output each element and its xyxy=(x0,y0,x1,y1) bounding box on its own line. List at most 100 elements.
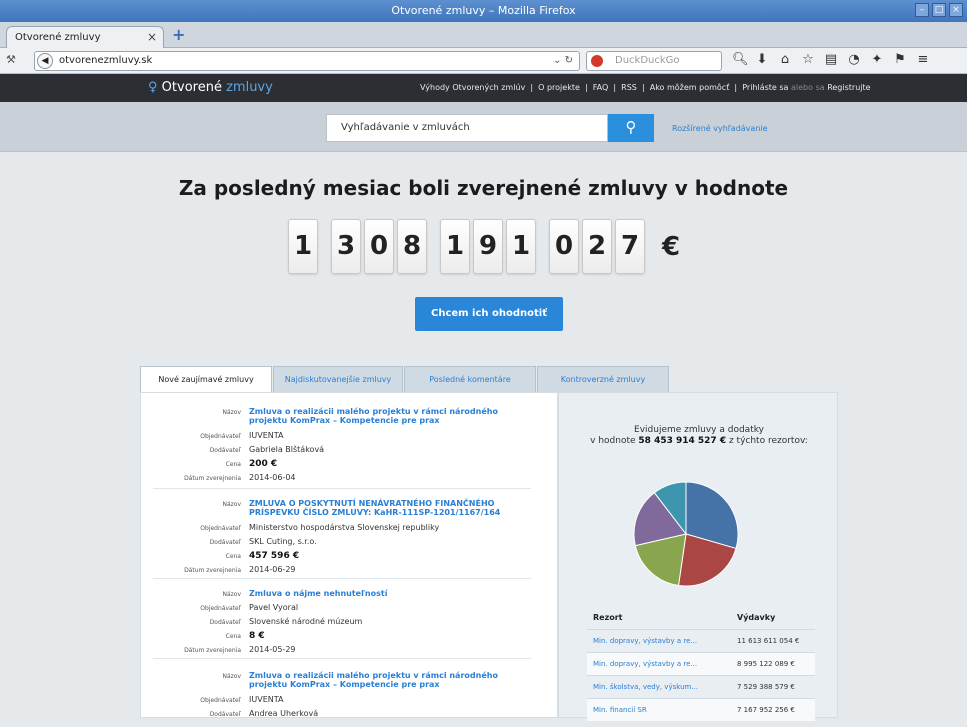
field-label: Cena xyxy=(225,553,241,560)
bookmark-star-icon[interactable]: ☆ xyxy=(801,52,815,67)
counter-digit: 1 xyxy=(288,219,318,274)
search-icon[interactable]: 🔍︎ xyxy=(732,52,749,67)
login-link[interactable]: Prihláste sa xyxy=(742,83,788,92)
addon-icon[interactable]: ◔ xyxy=(847,52,861,67)
field-label: Objednávateľ xyxy=(200,433,241,440)
field-label: Objednávateľ xyxy=(200,697,241,704)
field-label: Cena xyxy=(225,633,241,640)
supplier-value: Andrea Uherková xyxy=(249,709,319,718)
tab-latest-comments[interactable]: Posledné komentáre xyxy=(404,366,536,393)
contract-list: Názov Zmluva o realizácii malého projektu… xyxy=(140,392,558,718)
field-label: Dodávateľ xyxy=(209,539,241,546)
search-engine-name: DuckDuckGo xyxy=(615,55,680,66)
tab-groups-icon[interactable]: ⚒ xyxy=(6,53,16,66)
field-label: Názov xyxy=(222,673,241,680)
field-label: Cena xyxy=(225,461,241,468)
ministry-link[interactable]: Min. školstva, vedy, výskum... xyxy=(593,676,698,698)
extension-icon[interactable]: ⚑ xyxy=(893,52,907,67)
shield-icon[interactable]: ✦ xyxy=(870,52,884,67)
field-label: Dodávateľ xyxy=(209,447,241,454)
or-text: alebo sa xyxy=(791,83,825,92)
field-label: Dodávateľ xyxy=(209,619,241,626)
ministry-value: 8 995 122 089 € xyxy=(737,660,795,668)
contract-title-link[interactable]: Zmluva o nájme nehnuteľností xyxy=(249,589,529,598)
counter-digit: 1 xyxy=(440,219,470,274)
contract-title-link[interactable]: Zmluva o realizácii malého projektu v rá… xyxy=(249,407,529,425)
counter-currency: € xyxy=(662,231,681,262)
contract-title-link[interactable]: ZMLUVA O POSKYTNUTÍ NENÁVRATNÉHO FINANČN… xyxy=(249,499,529,517)
nav-item-help[interactable]: Ako môžem pomôcť xyxy=(650,83,730,92)
table-row: Min. dopravy, výstavby a re... 8 995 122 … xyxy=(587,652,815,675)
page-headline: Za posledný mesiac boli zverejnené zmluv… xyxy=(178,176,789,200)
ministry-summary-panel: Evidujeme zmluvy a dodatky v hodnote 58 … xyxy=(558,392,838,721)
minimize-button[interactable]: – xyxy=(915,3,929,17)
toolbar-icons: 🔍︎ ⬇ ⌂ ☆ ▤ ◔ ✦ ⚑ ≡ xyxy=(732,52,930,67)
ministry-link[interactable]: Min. dopravy, výstavby a re... xyxy=(593,630,697,652)
tab-title: Otvorené zmluvy xyxy=(15,32,101,43)
col-header-ministry: Rezort xyxy=(593,613,623,622)
supplier-value: Slovenské národné múzeum xyxy=(249,617,363,626)
browser-tab[interactable]: Otvorené zmluvy × xyxy=(6,26,164,48)
window-titlebar: Otvorené zmluvy – Mozilla Firefox – □ × xyxy=(0,0,967,22)
ministry-pie-chart xyxy=(633,481,739,587)
contract-search-input[interactable]: Vyhľadávanie v zmluvách xyxy=(326,114,608,142)
tab-controversial[interactable]: Kontroverzné zmluvy xyxy=(537,366,669,393)
menu-icon[interactable]: ≡ xyxy=(916,52,930,67)
clipboard-icon[interactable]: ▤ xyxy=(824,52,838,67)
nav-item-about[interactable]: O projekte xyxy=(538,83,580,92)
counter-digit: 1 xyxy=(506,219,536,274)
search-button[interactable]: ⚲ xyxy=(608,114,654,142)
close-tab-icon[interactable]: × xyxy=(147,30,157,44)
close-window-button[interactable]: × xyxy=(949,3,963,17)
nav-item-benefits[interactable]: Výhody Otvorených zmlúv xyxy=(420,83,525,92)
counter-digit: 2 xyxy=(582,219,612,274)
buyer-value: IUVENTA xyxy=(249,695,284,704)
summary-line1: Evidujeme zmluvy a dodatky xyxy=(634,425,764,435)
summary-total: 58 453 914 527 € xyxy=(638,436,727,446)
rate-contracts-button[interactable]: Chcem ich ohodnotiť xyxy=(415,297,563,331)
nav-item-faq[interactable]: FAQ xyxy=(593,83,609,92)
counter-digit: 3 xyxy=(331,219,361,274)
advanced-search-link[interactable]: Rozšírené vyhľadávanie xyxy=(672,124,768,133)
summary-prefix: v hodnote xyxy=(590,436,636,446)
site-nav: Výhody Otvorených zmlúv | O projekte | F… xyxy=(420,83,871,92)
window-title: Otvorené zmluvy – Mozilla Firefox xyxy=(391,4,576,17)
nav-item-rss[interactable]: RSS xyxy=(621,83,637,92)
counter-digit: 0 xyxy=(549,219,579,274)
list-item: Názov Zmluva o realizácii malého projektu… xyxy=(153,403,531,489)
site-header: ♀ Otvorené zmluvy Výhody Otvorených zmlú… xyxy=(0,74,967,102)
counter-digit: 9 xyxy=(473,219,503,274)
counter-digit: 0 xyxy=(364,219,394,274)
new-tab-icon[interactable]: + xyxy=(172,25,185,44)
browser-search-box[interactable]: DuckDuckGo xyxy=(586,51,722,71)
tab-new-interesting[interactable]: Nové zaujímavé zmluvy xyxy=(140,366,272,393)
site-logo[interactable]: ♀ Otvorené zmluvy xyxy=(148,80,273,95)
buyer-value: IUVENTA xyxy=(249,431,284,440)
contract-title-link[interactable]: Zmluva o realizácii malého projektu v rá… xyxy=(249,671,529,689)
table-row: Min. školstva, vedy, výskum... 7 529 388 … xyxy=(587,675,815,698)
value-counter: 1 3 0 8 1 9 1 0 2 7 € xyxy=(288,219,680,274)
price-value: 457 596 € xyxy=(249,551,300,561)
reload-icon[interactable]: ⌄ ↻ xyxy=(553,52,573,70)
maximize-button[interactable]: □ xyxy=(932,3,946,17)
field-label: Názov xyxy=(222,591,241,598)
list-item: Názov Zmluva o realizácii malého projektu… xyxy=(153,667,531,727)
list-item: Názov Zmluva o nájme nehnuteľností Objedn… xyxy=(153,587,531,659)
register-link[interactable]: Registrujte xyxy=(827,83,870,92)
field-label: Objednávateľ xyxy=(200,525,241,532)
search-band: Vyhľadávanie v zmluvách ⚲ Rozšírené vyhľ… xyxy=(0,102,967,152)
counter-digit: 8 xyxy=(397,219,427,274)
tab-strip: Otvorené zmluvy × + xyxy=(0,22,967,48)
magnifier-icon: ⚲ xyxy=(625,118,637,136)
field-label: Názov xyxy=(222,501,241,508)
ministry-link[interactable]: Min. dopravy, výstavby a re... xyxy=(593,653,697,675)
list-item: Názov ZMLUVA O POSKYTNUTÍ NENÁVRATNÉHO FI… xyxy=(153,495,531,579)
duckduckgo-icon xyxy=(591,55,603,67)
back-icon[interactable]: ◀ xyxy=(37,53,53,69)
home-icon[interactable]: ⌂ xyxy=(778,52,792,67)
tab-most-discussed[interactable]: Najdiskutovanejšie zmluvy xyxy=(273,366,403,393)
buyer-value: Ministerstvo hospodárstva Slovenskej rep… xyxy=(249,523,440,532)
date-value: 2014-06-29 xyxy=(249,565,296,574)
url-bar[interactable]: ◀ otvorenezmluvy.sk ⌄ ↻ xyxy=(34,51,580,71)
download-icon[interactable]: ⬇ xyxy=(755,52,769,67)
